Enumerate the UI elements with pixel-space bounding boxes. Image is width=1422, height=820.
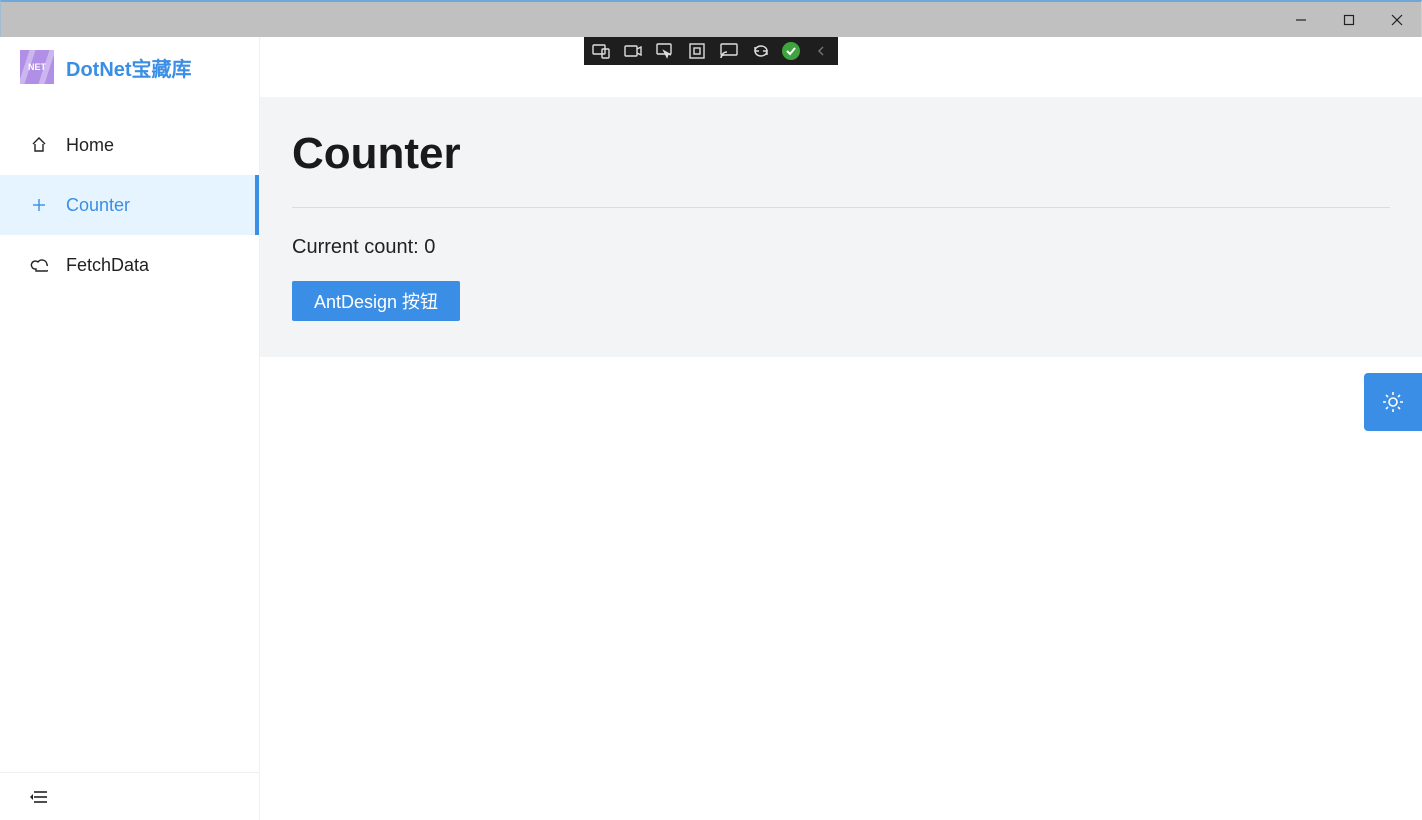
content-card: Counter Current count: 0 AntDesign 按钮 xyxy=(260,97,1422,357)
settings-float-button[interactable] xyxy=(1364,373,1422,431)
sidebar-menu: Home Counter FetchData xyxy=(0,97,259,772)
plus-icon xyxy=(30,196,48,214)
sidebar-collapse-button[interactable] xyxy=(0,772,259,820)
menu-collapse-icon xyxy=(30,789,48,805)
gear-icon xyxy=(1380,389,1406,415)
window-maximize-button[interactable] xyxy=(1325,2,1373,37)
sidebar-item-label: FetchData xyxy=(66,255,149,276)
brand-row[interactable]: NET DotNet宝藏库 xyxy=(0,37,259,97)
cast-icon[interactable] xyxy=(718,40,740,62)
count-label: Current count: xyxy=(292,236,424,258)
device-preview-icon[interactable] xyxy=(590,40,612,62)
box-icon[interactable] xyxy=(686,40,708,62)
sidebar-item-counter[interactable]: Counter xyxy=(0,175,259,235)
content-area: Counter Current count: 0 AntDesign 按钮 xyxy=(260,37,1422,820)
sidebar-item-fetchdata[interactable]: FetchData xyxy=(0,235,259,295)
sidebar-item-home[interactable]: Home xyxy=(0,115,259,175)
brand-logo-icon: NET xyxy=(20,50,54,84)
window-minimize-button[interactable] xyxy=(1277,2,1325,37)
increment-button[interactable]: AntDesign 按钮 xyxy=(292,281,460,321)
count-value: 0 xyxy=(424,236,435,258)
window-titlebar xyxy=(0,0,1422,37)
sync-icon[interactable] xyxy=(750,40,772,62)
brand-title: DotNet宝藏库 xyxy=(66,53,192,82)
status-ok-icon[interactable] xyxy=(782,42,800,60)
sidebar-item-label: Counter xyxy=(66,195,130,216)
sidebar: NET DotNet宝藏库 Home Counter Fet xyxy=(0,37,260,820)
brand-logo-text: NET xyxy=(28,62,46,72)
cloud-icon xyxy=(30,256,48,274)
camera-icon[interactable] xyxy=(622,40,644,62)
app-main: NET DotNet宝藏库 Home Counter Fet xyxy=(0,37,1422,820)
window-close-button[interactable] xyxy=(1373,2,1421,37)
home-icon xyxy=(30,136,48,154)
button-label: AntDesign 按钮 xyxy=(314,288,438,314)
sidebar-item-label: Home xyxy=(66,135,114,156)
page-title: Counter xyxy=(292,129,1390,179)
pointer-icon[interactable] xyxy=(654,40,676,62)
count-line: Current count: 0 xyxy=(292,236,1390,259)
divider xyxy=(292,207,1390,208)
collapse-icon[interactable] xyxy=(810,40,832,62)
dev-toolbar xyxy=(584,37,838,65)
